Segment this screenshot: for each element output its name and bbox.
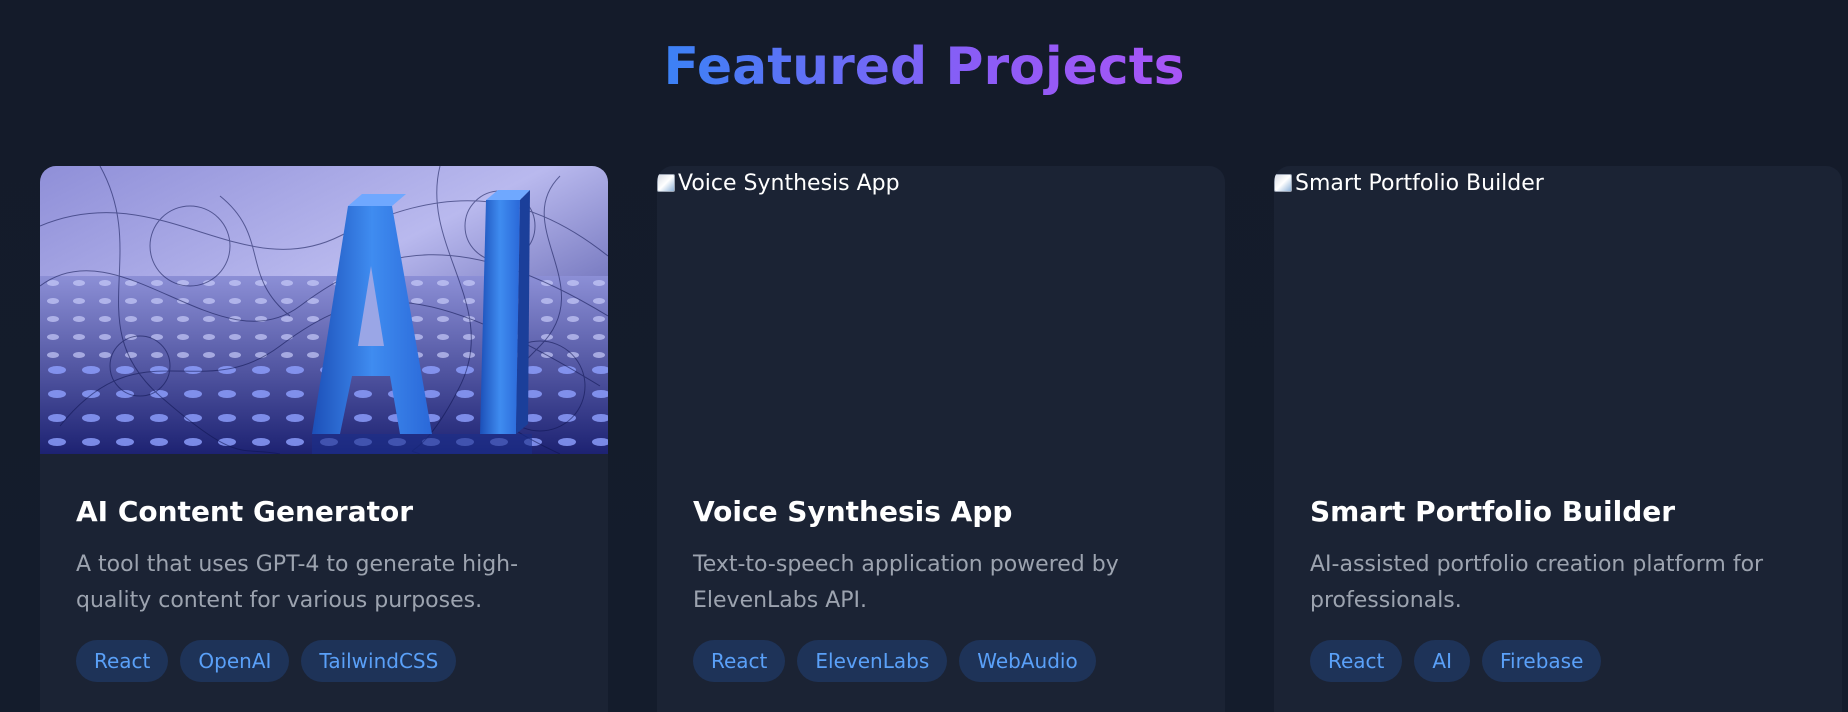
broken-image: Smart Portfolio Builder [1274, 166, 1544, 198]
tag: OpenAI [180, 640, 290, 682]
tag: WebAudio [959, 640, 1096, 682]
tag: React [1310, 640, 1403, 682]
project-description: A tool that uses GPT-4 to generate high-… [76, 552, 519, 613]
tag-list: React AI Firebase [1310, 640, 1602, 682]
broken-image: Voice Synthesis App [657, 166, 900, 198]
tag: Firebase [1482, 640, 1602, 682]
tag: AI [1414, 640, 1470, 682]
project-image: Voice Synthesis App [657, 166, 1225, 454]
tag-list: React OpenAI TailwindCSS [76, 640, 457, 682]
broken-image-icon [657, 174, 675, 192]
section-title: Featured Projects [0, 32, 1848, 102]
project-title: Smart Portfolio Builder [1310, 495, 1676, 528]
project-description: AI-assisted portfolio creation platform … [1310, 552, 1764, 613]
tag: React [693, 640, 786, 682]
image-alt-text: Voice Synthesis App [678, 171, 900, 196]
broken-image-icon [1274, 174, 1292, 192]
tag: ElevenLabs [797, 640, 948, 682]
project-title: AI Content Generator [76, 495, 414, 528]
section-title-text: Featured Projects [663, 37, 1185, 97]
tag: React [76, 640, 169, 682]
project-description: Text-to-speech application powered by El… [693, 552, 1119, 613]
ai-hero-image [40, 166, 608, 454]
tag-list: React ElevenLabs WebAudio [693, 640, 1096, 682]
featured-projects-section: Featured Projects AI Content Generator A… [0, 0, 1848, 712]
image-alt-text: Smart Portfolio Builder [1295, 171, 1544, 196]
project-card-voice-synthesis-app[interactable]: Voice Synthesis App Voice Synthesis App … [657, 166, 1225, 712]
tag: TailwindCSS [301, 640, 457, 682]
project-card-ai-content-generator[interactable]: AI Content Generator A tool that uses GP… [40, 166, 608, 712]
project-image: Smart Portfolio Builder [1274, 166, 1842, 454]
project-title: Voice Synthesis App [693, 495, 1013, 528]
project-image [40, 166, 608, 454]
project-card-smart-portfolio-builder[interactable]: Smart Portfolio Builder Smart Portfolio … [1274, 166, 1842, 712]
